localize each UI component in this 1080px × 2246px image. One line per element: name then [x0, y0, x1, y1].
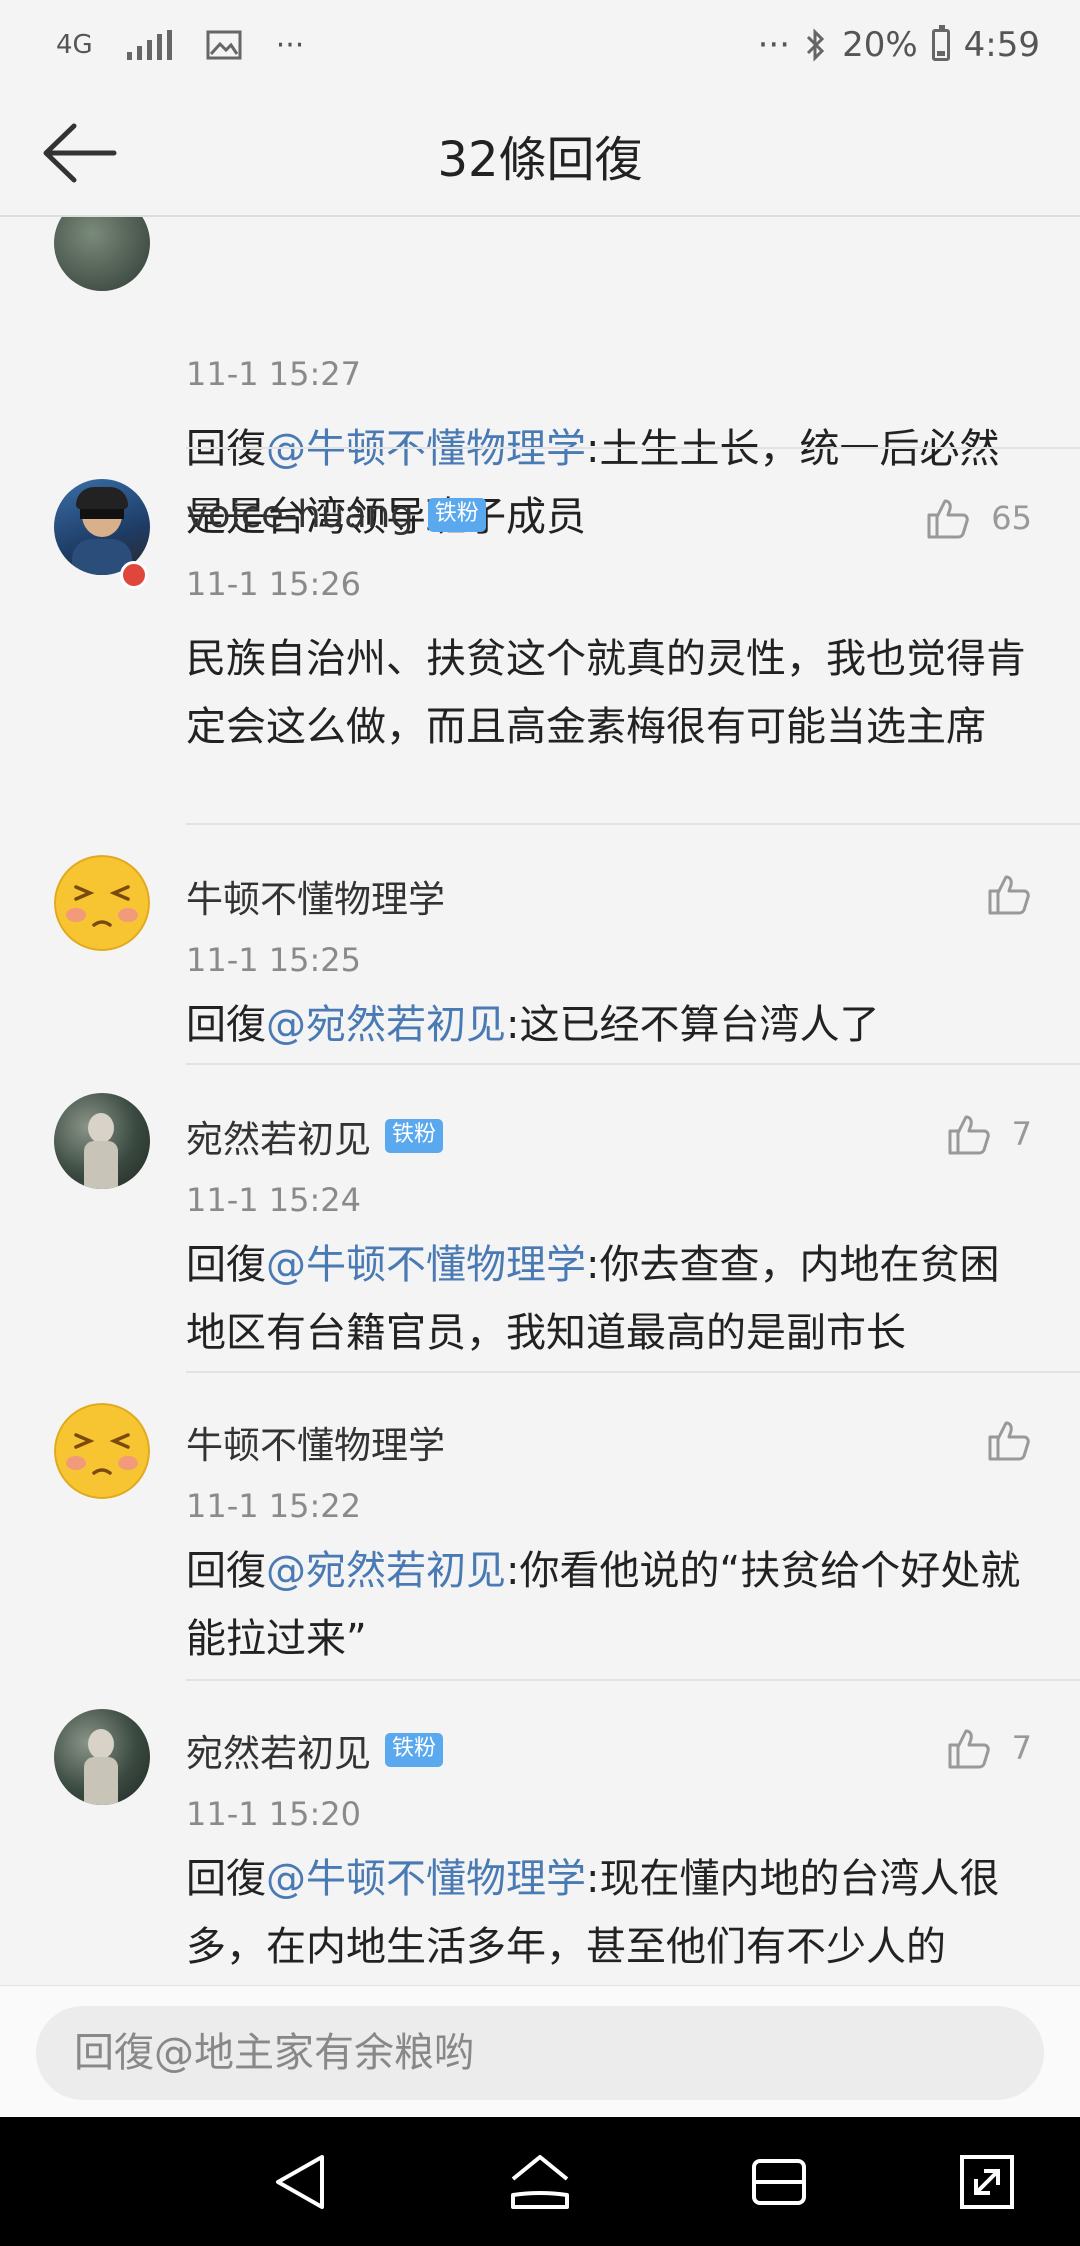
reply-input[interactable]: 回復@地主家有余粮哟 — [36, 2006, 1044, 2100]
comment-text: 回復@牛顿不懂物理学:现在懂内地的台湾人很多，在内地生活多年，甚至他们有不少人的 — [186, 1856, 1000, 1970]
signal-icon — [126, 30, 172, 60]
username[interactable]: 宛然若初见 — [186, 1109, 371, 1163]
comment-time: 11-1 15:25 — [186, 941, 362, 979]
thumbs-up-icon — [988, 1421, 1030, 1461]
bluetooth-icon — [807, 28, 825, 62]
fan-badge: 铁粉 — [385, 1119, 444, 1153]
comment-text: 回復@宛然若初见:这已经不算台湾人了 — [186, 1002, 880, 1048]
like-button[interactable]: 65 — [925, 495, 1032, 541]
nav-expand-icon[interactable] — [954, 2149, 1020, 2215]
comment-text: 回復@宛然若初见:你看他说的“扶贫给个好处就能拉过来” — [186, 1548, 1021, 1662]
avatar[interactable] — [54, 1709, 150, 1805]
comment-item: voice-huang 铁粉 65 11-1 15:26 民族自治州、扶贫这个就… — [0, 449, 1080, 823]
emoji-avatar-icon — [54, 855, 150, 951]
mention-link[interactable]: @牛顿不懂物理学 — [266, 1242, 586, 1288]
verified-badge — [120, 561, 148, 589]
comment-item: 牛顿不懂物理学 11-1 15:22 回復@宛然若初见:你看他说的“扶贫给个好处… — [0, 1373, 1080, 1679]
comment-time: 11-1 15:24 — [186, 1181, 362, 1219]
page-title: 32條回復 — [437, 132, 643, 188]
username[interactable]: 宛然若初见 — [186, 1723, 371, 1777]
thumbs-up-icon — [927, 499, 970, 539]
mention-link[interactable]: @宛然若初见 — [266, 1002, 506, 1048]
battery-icon — [931, 25, 950, 61]
comment-item: 牛顿不懂物理学 11-1 15:25 回復@宛然若初见:这已经不算台湾人了 — [0, 825, 1080, 1063]
fan-badge: 铁粉 — [385, 1733, 444, 1767]
thumbs-up-icon — [948, 1729, 990, 1769]
avatar[interactable] — [54, 217, 150, 291]
clock: 4:59 — [963, 25, 1040, 65]
status-bar: 4G ··· ··· 20% 4:59 — [0, 0, 1080, 90]
username[interactable]: 牛顿不懂物理学 — [186, 869, 445, 923]
fan-badge: 铁粉 — [427, 497, 486, 532]
comment-time: 11-1 15:27 — [186, 355, 362, 393]
like-button[interactable] — [986, 1417, 1032, 1463]
like-button[interactable] — [986, 871, 1032, 917]
username[interactable]: voice-huang — [186, 493, 414, 536]
comment-time: 11-1 15:20 — [186, 1795, 362, 1833]
comment-time: 11-1 15:26 — [186, 565, 362, 603]
like-button[interactable]: 7 — [946, 1111, 1032, 1157]
like-count: 7 — [1011, 1115, 1032, 1153]
network-indicator: 4G — [56, 30, 93, 60]
emoji-avatar-icon — [54, 1403, 150, 1499]
avatar[interactable] — [54, 1093, 150, 1189]
thumbs-up-icon — [948, 1115, 990, 1155]
comment-item: 宛然若初见 铁粉 7 11-1 15:20 回復@牛顿不懂物理学:现在懂内地的台… — [0, 1681, 1080, 1985]
comment-list[interactable]: 11-1 15:27 回復@牛顿不懂物理学:土生土长，统一后必然是是台湾领导班子… — [0, 217, 1080, 1985]
thumbs-up-icon — [988, 875, 1030, 915]
mention-link[interactable]: @牛顿不懂物理学 — [266, 1856, 586, 1902]
system-nav-bar — [0, 2117, 1080, 2246]
mention-link[interactable]: @宛然若初见 — [266, 1548, 506, 1594]
image-icon — [206, 30, 242, 60]
like-button[interactable]: 7 — [946, 1725, 1032, 1771]
comment-time: 11-1 15:22 — [186, 1487, 362, 1525]
nav-back-icon[interactable] — [268, 2149, 334, 2215]
avatar[interactable] — [54, 855, 150, 951]
comment-item: 宛然若初见 铁粉 7 11-1 15:24 回復@牛顿不懂物理学:你去查查，内地… — [0, 1065, 1080, 1371]
page-header: 32條回復 — [0, 90, 1080, 217]
like-count: 65 — [991, 499, 1032, 537]
battery-percent: 20% — [842, 25, 918, 65]
username[interactable]: 牛顿不懂物理学 — [186, 1415, 445, 1469]
nav-recents-icon[interactable] — [746, 2149, 812, 2215]
comment-text: 回復@牛顿不懂物理学:你去查查，内地在贫困地区有台籍官员，我知道最高的是副市长 — [186, 1242, 1000, 1356]
more-notifications: ··· — [275, 27, 305, 63]
reply-bar: 回復@地主家有余粮哟 — [0, 1985, 1080, 2117]
nav-home-icon[interactable] — [507, 2149, 573, 2215]
comment-text: 民族自治州、扶贫这个就真的灵性，我也觉得肯定会这么做，而且高金素梅很有可能当选主… — [186, 636, 1026, 750]
more-status: ··· — [757, 25, 791, 65]
avatar[interactable] — [54, 1403, 150, 1499]
like-count: 7 — [1011, 1729, 1032, 1767]
